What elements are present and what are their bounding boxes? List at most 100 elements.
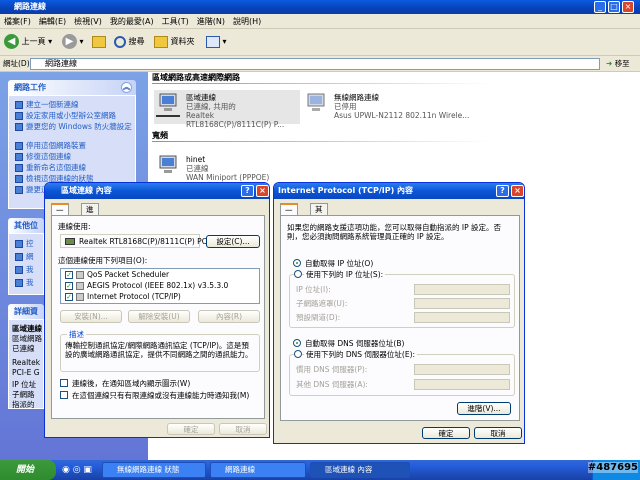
intro-text: 如果您的網路支援這項功能，您可以取得自動指派的 IP 設定。否則，您必須詢問網路… xyxy=(287,223,502,241)
disable-icon xyxy=(15,142,23,150)
tcpip-dialog-titlebar: Internet Protocol (TCP/IP) 內容 xyxy=(274,183,524,199)
component-qos: QoS Packet Scheduler xyxy=(87,270,170,279)
tcpip-dialog-close-button[interactable]: × xyxy=(511,185,524,197)
description-title: 描述 xyxy=(67,329,86,340)
gateway-field[interactable] xyxy=(414,312,510,323)
back-button[interactable]: ◀ 上一頁 ▾ xyxy=(4,33,52,51)
close-button[interactable]: × xyxy=(622,1,634,13)
manual-ip-radio[interactable] xyxy=(294,270,302,278)
task-rename[interactable]: 重新命名這個連線 xyxy=(15,163,135,172)
taskbar-item-lan-properties[interactable]: 區域連線 內容 xyxy=(310,462,410,478)
properties-button[interactable]: 內容(R) xyxy=(198,310,260,323)
documents-icon xyxy=(15,266,23,274)
help-button[interactable]: ? xyxy=(241,185,254,197)
configure-button[interactable]: 設定(C)... xyxy=(206,235,260,248)
task-home-network[interactable]: 設定家用或小型辦公室網路 xyxy=(15,111,135,120)
protocol-icon xyxy=(76,282,84,290)
details-panel: 區域連線 區域網路 已連線 Realtek PCI-E G IP 位址 子網路 … xyxy=(8,319,44,409)
other-places-panel: 控 網 我 我 xyxy=(8,233,44,295)
menu-help[interactable]: 說明(H) xyxy=(229,14,265,29)
menu-bar: 檔案(F) 編輯(E) 檢視(V) 我的最愛(A) 工具(T) 進階(N) 說明(H) xyxy=(0,14,640,29)
uninstall-button[interactable]: 解除安裝(U) xyxy=(128,310,190,323)
components-list[interactable]: ✓ QoS Packet Scheduler ✓ AEGIS Protocol … xyxy=(60,268,260,304)
manual-ip-label: 使用下列的 IP 位址(S): xyxy=(304,270,386,279)
network-tasks-header[interactable]: 網路工作 ︽ xyxy=(8,80,136,95)
show-icon-label: 連線後，在通知區域內顯示圖示(W) xyxy=(72,379,191,388)
menu-edit[interactable]: 編輯(E) xyxy=(35,14,70,29)
taskbar-item-wireless-status[interactable]: 無線網路連線 狀態 xyxy=(102,462,206,478)
forward-arrow-icon: ▶ xyxy=(62,34,77,49)
tcpip-cancel-button[interactable]: 取消 xyxy=(474,427,522,439)
go-button[interactable]: ➜ 移至 xyxy=(606,59,630,68)
collapse-chevron-icon[interactable]: ︽ xyxy=(121,82,132,93)
details-line: Realtek xyxy=(12,358,41,367)
maximize-button[interactable]: □ xyxy=(608,1,620,13)
folders-button[interactable]: 資料夾 xyxy=(154,33,195,51)
menu-view[interactable]: 檢視(V) xyxy=(70,14,106,29)
help-button[interactable]: ? xyxy=(496,185,509,197)
lan-dialog-close-button[interactable]: × xyxy=(256,185,269,197)
task-disable-device[interactable]: 停用這個網路裝置 xyxy=(15,141,135,150)
alternate-dns-field[interactable] xyxy=(414,379,510,390)
tcpip-general-page: 如果您的網路支援這項功能，您可以取得自動指派的 IP 設定。否則，您必須詢問網路… xyxy=(280,215,520,421)
alternate-dns-label: 其他 DNS 伺服器(A): xyxy=(296,380,368,389)
up-folder-button[interactable] xyxy=(92,33,106,51)
checkbox-qos[interactable]: ✓ xyxy=(65,271,73,279)
connection-lan[interactable]: 區域連線 已連線, 共用的 Realtek RTL8168C(P)/8111C(… xyxy=(154,90,300,129)
task-firewall[interactable]: 變更您的 Windows 防火牆設定 xyxy=(15,122,135,131)
task-repair[interactable]: 修復這個連線 xyxy=(15,152,135,161)
manual-dns-radio[interactable] xyxy=(294,350,302,358)
lan-cancel-button[interactable]: 取消 xyxy=(219,423,267,435)
tcpip-ok-button[interactable]: 確定 xyxy=(422,427,470,439)
tcpip-properties-dialog: Internet Protocol (TCP/IP) 內容 ? × 一般 其他設… xyxy=(273,182,525,444)
tab-alternate-config[interactable]: 其他設定 xyxy=(310,203,328,247)
minimize-button[interactable]: _ xyxy=(594,1,606,13)
component-tcpip: Internet Protocol (TCP/IP) xyxy=(87,292,181,301)
toolbar: ◀ 上一頁 ▾ ▶ ▾ 搜尋 資料夾 ▾ xyxy=(0,29,640,56)
search-button[interactable]: 搜尋 xyxy=(114,33,145,51)
taskbar-item-network-connections[interactable]: 網路連線 xyxy=(210,462,306,478)
adapter-box: Realtek RTL8168C(P)/8111C(P) PCI xyxy=(60,234,209,248)
auto-dns-radio[interactable] xyxy=(293,339,301,347)
checkbox-tcpip[interactable]: ✓ xyxy=(65,293,73,301)
advanced-button[interactable]: 進階(V)... xyxy=(457,402,511,415)
connect-using-label: 連線使用: xyxy=(58,222,91,231)
manual-dns-label: 使用下列的 DNS 伺服器位址(E): xyxy=(304,350,418,359)
component-aegis: AEGIS Protocol (IEEE 802.1x) v3.5.3.0 xyxy=(87,281,229,290)
start-button[interactable]: 開始 xyxy=(0,460,56,480)
tab-advanced[interactable]: 進階 xyxy=(81,203,99,225)
task-new-connection[interactable]: 建立一個新連線 xyxy=(15,100,135,109)
forward-button[interactable]: ▶ ▾ xyxy=(62,33,84,51)
menu-favorites[interactable]: 我的最愛(A) xyxy=(106,14,158,29)
items-label: 這個連線使用下列項目(O): xyxy=(58,256,148,265)
section-dialup-title: 寬頻 xyxy=(152,131,168,140)
other-places-header[interactable]: 其他位 xyxy=(8,218,44,233)
lan-ok-button[interactable]: 確定 xyxy=(167,423,215,435)
menu-advanced[interactable]: 進階(N) xyxy=(193,14,229,29)
lan-properties-dialog: 區域連線 內容 ? × 一般 進階 連線使用: Realtek RTL8168C… xyxy=(44,182,270,438)
menu-tools[interactable]: 工具(T) xyxy=(158,14,193,29)
menu-file[interactable]: 檔案(F) xyxy=(0,14,35,29)
firewall-icon xyxy=(15,123,23,131)
views-button[interactable]: ▾ xyxy=(206,33,227,51)
details-header[interactable]: 詳細資 xyxy=(8,304,44,319)
control-panel-icon xyxy=(15,240,23,248)
computer-icon xyxy=(15,279,23,287)
quick-launch-icons[interactable]: ◉ ◎ ▣ xyxy=(62,465,92,475)
manual-dns-group: 使用下列的 DNS 伺服器位址(E): 慣用 DNS 伺服器(P): 其他 DN… xyxy=(289,350,515,396)
gateway-label: 預設閘道(D): xyxy=(296,313,341,322)
connection-hinet[interactable]: hinet 已連線 WAN Miniport (PPPOE) xyxy=(154,152,314,186)
address-input[interactable]: 網路連線 xyxy=(30,58,600,70)
auto-ip-radio[interactable] xyxy=(293,259,301,267)
install-button[interactable]: 安裝(N)... xyxy=(60,310,122,323)
connection-wireless[interactable]: 無線網路連線 已停用 Asus UPWL-N2112 802.11n Wirel… xyxy=(302,90,482,124)
checkbox-aegis[interactable]: ✓ xyxy=(65,282,73,290)
details-line: 已連線 xyxy=(12,344,35,353)
subnet-mask-field[interactable] xyxy=(414,298,510,309)
ip-address-field[interactable] xyxy=(414,284,510,295)
search-icon xyxy=(114,35,126,48)
description-text: 傳輸控制通訊協定/網際網路通訊協定 (TCP/IP)。這是預設的廣域網路通訊協定… xyxy=(65,341,253,359)
preferred-dns-field[interactable] xyxy=(414,364,510,375)
notify-checkbox[interactable] xyxy=(60,391,68,399)
show-icon-checkbox[interactable] xyxy=(60,379,68,387)
